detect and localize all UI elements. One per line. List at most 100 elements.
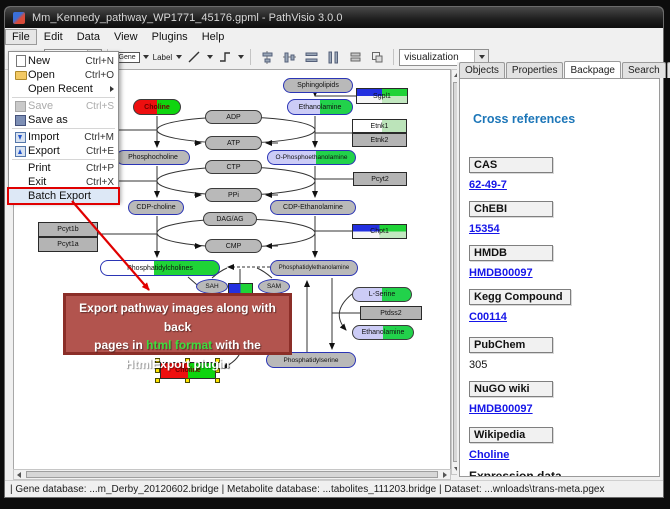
node-ctp[interactable]: CTP xyxy=(205,160,262,174)
tab-legend[interactable]: Legend xyxy=(667,62,670,78)
export-icon xyxy=(13,146,28,157)
label-tool-button[interactable]: Label xyxy=(152,47,174,67)
menu-item-open[interactable]: Open Ctrl+O xyxy=(9,68,118,82)
node-chpt1[interactable]: Chpt1 xyxy=(352,224,407,239)
menu-help[interactable]: Help xyxy=(195,29,232,45)
menu-item-save-as[interactable]: Save as xyxy=(9,113,118,127)
link-kegg-id[interactable]: C00114 xyxy=(469,311,507,323)
canvas-horizontal-scrollbar[interactable] xyxy=(13,469,451,480)
node-sphingolipids[interactable]: Sphingolipids xyxy=(283,78,353,93)
node-phosphocholine[interactable]: Phosphocholine xyxy=(116,150,190,165)
distribute-horizontal-button[interactable] xyxy=(301,47,321,67)
node-phosphatidylethanolamine[interactable]: Phosphatidylethanolamine xyxy=(270,260,358,276)
group-button[interactable] xyxy=(367,47,387,67)
menu-item-open-recent[interactable]: Open Recent xyxy=(9,82,118,96)
connector-icon xyxy=(219,51,231,63)
label-icon: Label xyxy=(153,53,173,62)
selection-handle[interactable] xyxy=(185,378,190,383)
tab-backpage[interactable]: Backpage xyxy=(564,61,620,79)
link-wikipedia[interactable]: Choline xyxy=(469,449,509,461)
save-icon xyxy=(13,101,28,112)
node-pcyt1b[interactable]: Pcyt1b xyxy=(38,222,98,237)
section-header-cas: CAS xyxy=(469,157,553,173)
stack-icon xyxy=(349,51,362,64)
node-ptdss2[interactable]: Ptdss2 xyxy=(360,306,422,320)
distribute-horizontal-icon xyxy=(305,51,318,64)
line-dropdown[interactable] xyxy=(205,48,214,66)
submenu-arrow-icon xyxy=(110,86,114,92)
screenshot-root: { "window": { "title": "Mm_Kennedy_pathw… xyxy=(0,0,670,509)
menu-item-export[interactable]: Export Ctrl+E xyxy=(9,144,118,158)
align-center-button[interactable] xyxy=(257,47,277,67)
align-middle-button[interactable] xyxy=(279,47,299,67)
selection-handle[interactable] xyxy=(155,378,160,383)
highlighted-text: html format xyxy=(146,338,212,352)
node-choline-top[interactable]: Choline xyxy=(133,99,181,115)
menu-view[interactable]: View xyxy=(107,29,145,45)
line-tool-button[interactable] xyxy=(184,47,204,67)
node-ethanolamine-bottom[interactable]: Ethanolamine xyxy=(352,325,414,340)
menu-file[interactable]: File xyxy=(5,29,37,45)
panel-tabs: Objects Properties Backpage Search Legen… xyxy=(457,62,663,78)
scroll-right-icon[interactable] xyxy=(443,472,447,478)
node-atp[interactable]: ATP xyxy=(205,136,262,150)
menu-plugins[interactable]: Plugins xyxy=(145,29,195,45)
new-file-icon xyxy=(13,55,28,67)
node-o-phosphoethanolamine[interactable]: O-Phosphoethanolamine xyxy=(267,150,356,165)
import-icon xyxy=(13,132,28,143)
scroll-left-icon[interactable] xyxy=(17,472,21,478)
line-icon xyxy=(188,51,200,63)
node-sah[interactable]: SAH xyxy=(196,279,228,294)
link-nugo-id[interactable]: HMDB00097 xyxy=(469,403,533,415)
tab-objects[interactable]: Objects xyxy=(459,62,505,78)
node-etnk1[interactable]: Etnk1 xyxy=(352,119,407,133)
link-cas-id[interactable]: 62-49-7 xyxy=(469,179,507,191)
menu-edit[interactable]: Edit xyxy=(37,29,70,45)
link-hmdb-id[interactable]: HMDB00097 xyxy=(469,267,533,279)
node-cmp[interactable]: CMP xyxy=(205,239,262,253)
node-pcyt1a[interactable]: Pcyt1a xyxy=(38,237,98,252)
side-panel: Objects Properties Backpage Search Legen… xyxy=(457,62,663,479)
group-icon xyxy=(371,51,384,64)
connector-tool-button[interactable] xyxy=(215,47,235,67)
file-menu-dropdown: New Ctrl+N Open Ctrl+O Open Recent Save … xyxy=(8,51,119,202)
section-header-kegg: Kegg Compound xyxy=(469,289,571,305)
label-dropdown[interactable] xyxy=(174,48,183,66)
link-chebi-id[interactable]: 15354 xyxy=(469,223,500,235)
align-middle-icon xyxy=(283,51,296,64)
window-title: Mm_Kennedy_pathway_WP1771_45176.gpml - P… xyxy=(32,12,342,24)
menu-item-save[interactable]: Save Ctrl+S xyxy=(9,99,118,113)
distribute-vertical-icon xyxy=(327,51,340,64)
node-cdp-choline[interactable]: CDP-choline xyxy=(128,200,184,215)
align-center-icon xyxy=(261,51,274,64)
node-ethanolamine-top[interactable]: Ethanolamine xyxy=(287,99,353,115)
menu-item-print[interactable]: Print Ctrl+P xyxy=(9,161,118,175)
status-bar: | Gene database: ...m_Derby_20120602.bri… xyxy=(5,480,663,497)
node-dag[interactable]: DAG/AG xyxy=(203,212,257,226)
node-ppi[interactable]: PPi xyxy=(205,188,262,202)
node-sam[interactable]: SAM xyxy=(258,279,290,294)
node-pcyt2[interactable]: Pcyt2 xyxy=(353,172,407,186)
connector-dropdown[interactable] xyxy=(236,48,245,66)
save-as-icon xyxy=(13,115,28,126)
datanode-dropdown[interactable] xyxy=(142,48,151,66)
menu-item-new[interactable]: New Ctrl+N xyxy=(9,54,118,68)
stack-button[interactable] xyxy=(345,47,365,67)
section-header-hmdb: HMDB xyxy=(469,245,553,261)
node-etnk2[interactable]: Etnk2 xyxy=(352,133,407,147)
node-sgpl1[interactable]: Sgpl1 xyxy=(356,88,408,104)
menu-item-import[interactable]: Import Ctrl+M xyxy=(9,130,118,144)
node-l-serine[interactable]: L-Serine xyxy=(352,287,412,302)
node-phosphatidylcholines[interactable]: Phosphatidylcholines xyxy=(100,260,220,276)
expression-data-heading: Expression data xyxy=(469,469,562,477)
distribute-vertical-button[interactable] xyxy=(323,47,343,67)
cross-references-heading: Cross references xyxy=(473,112,575,126)
node-cdp-ethanolamine[interactable]: CDP-Ethanolamine xyxy=(270,200,356,215)
menu-data[interactable]: Data xyxy=(70,29,107,45)
menu-item-batch-export[interactable]: Batch Export xyxy=(9,189,118,203)
node-adp[interactable]: ADP xyxy=(205,110,262,124)
selection-handle[interactable] xyxy=(215,378,220,383)
menu-item-exit[interactable]: Exit Ctrl+X xyxy=(9,175,118,189)
tab-properties[interactable]: Properties xyxy=(506,62,564,78)
tab-search[interactable]: Search xyxy=(622,62,666,78)
